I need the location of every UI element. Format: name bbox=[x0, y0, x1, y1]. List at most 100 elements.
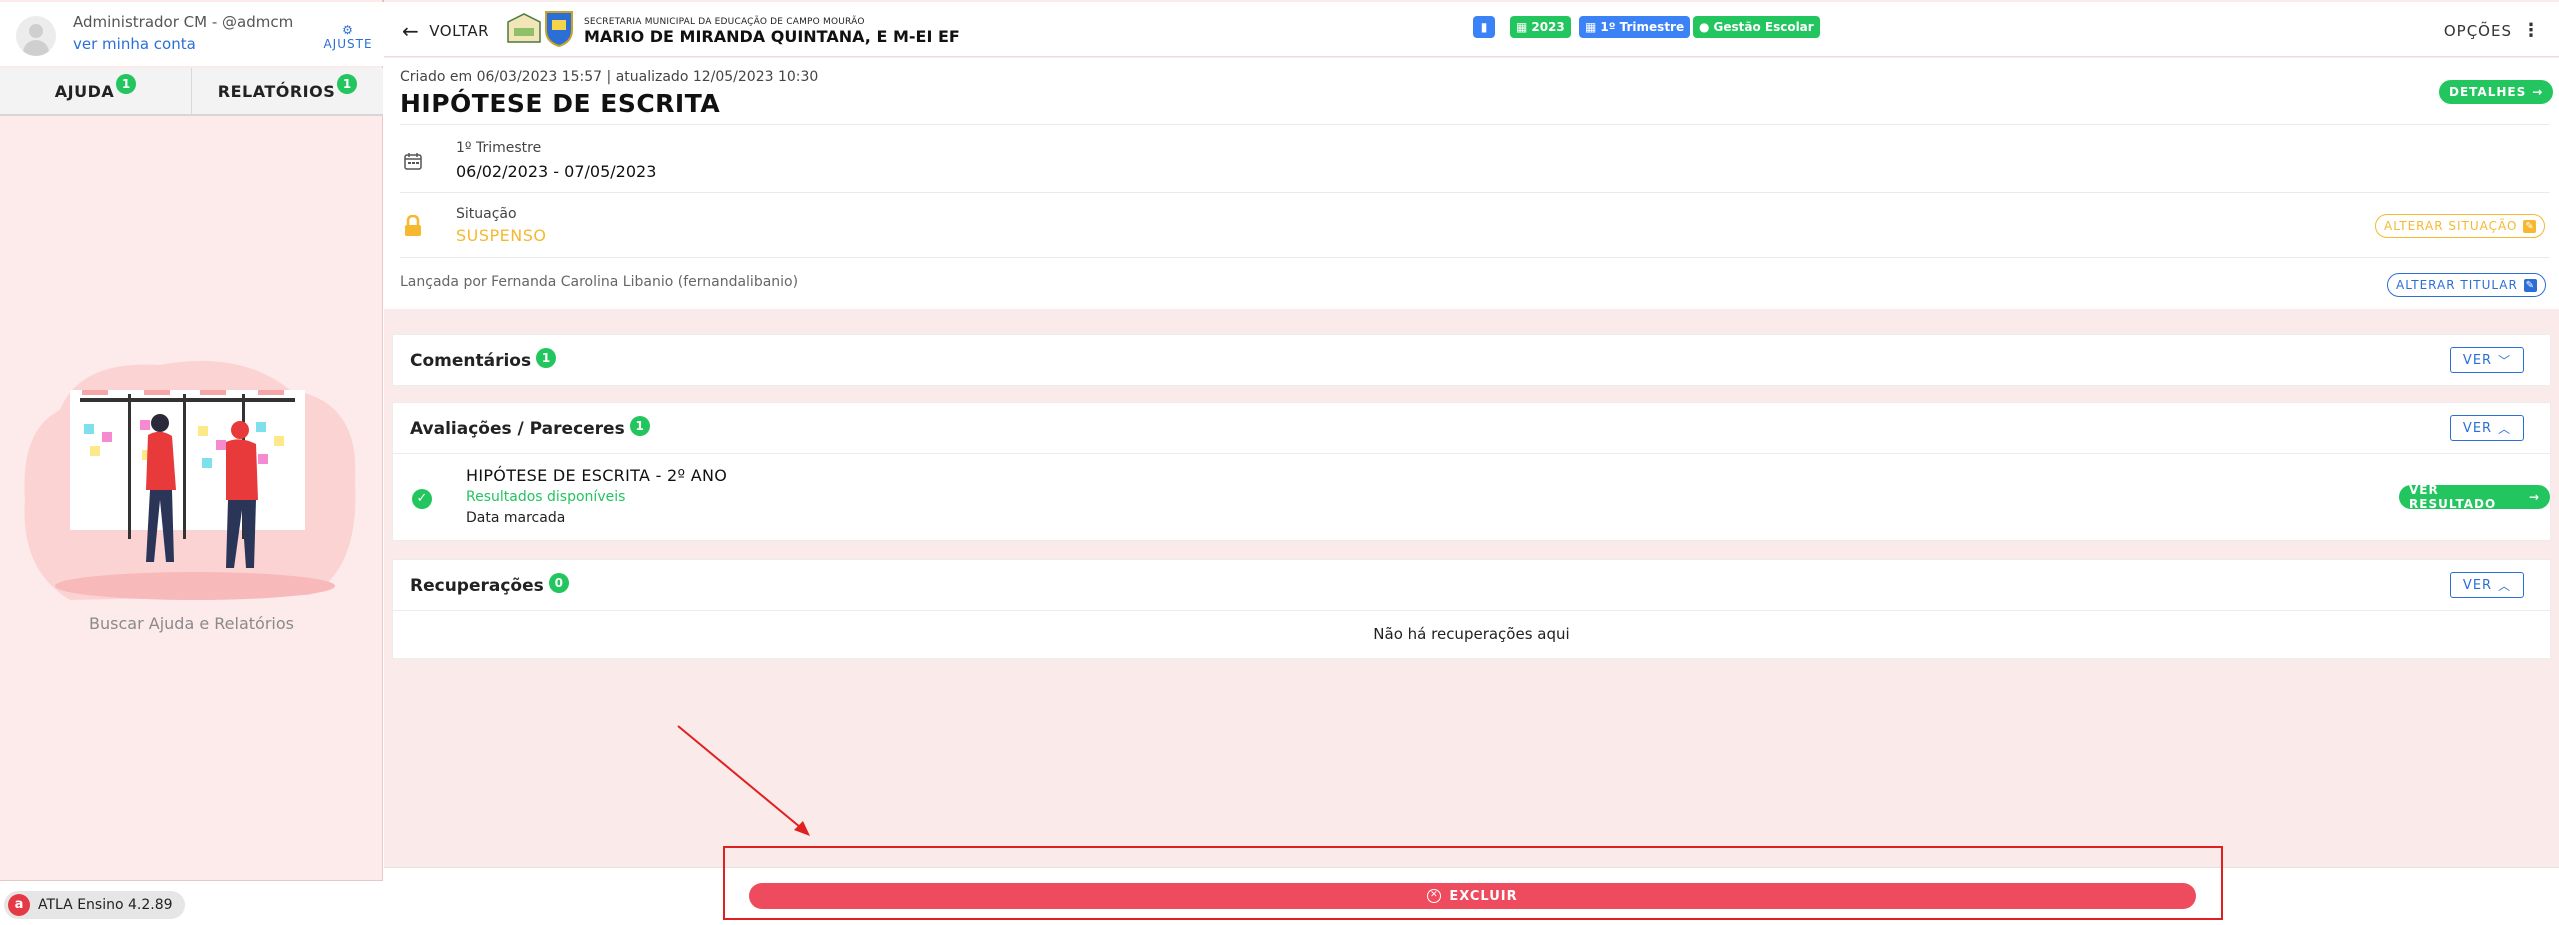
gear-icon: ⚙ bbox=[342, 23, 354, 37]
arrow-right-icon: → bbox=[2528, 490, 2540, 504]
delete-label: EXCLUIR bbox=[1449, 888, 1518, 904]
my-account-link[interactable]: ver minha conta bbox=[73, 35, 196, 53]
evaluation-date: Data marcada bbox=[466, 510, 566, 526]
check-circle-icon: ✓ bbox=[412, 489, 432, 509]
back-label: VOLTAR bbox=[429, 22, 490, 40]
tab-help[interactable]: AJUDA 1 bbox=[0, 68, 191, 114]
evaluation-list-item: ✓ HIPÓTESE DE ESCRITA - 2º ANO Resultado… bbox=[393, 453, 2550, 541]
user-name: Administrador CM - @admcm bbox=[73, 13, 294, 31]
module-chip[interactable]: ● Gestão Escolar bbox=[1693, 16, 1820, 38]
help-illustration bbox=[24, 360, 356, 600]
situation-label: Situação bbox=[456, 206, 517, 222]
comments-title-text: Comentários bbox=[410, 351, 532, 371]
adjust-label: AJUSTE bbox=[323, 37, 373, 51]
empty-message: Não há recuperações aqui bbox=[1373, 625, 1570, 643]
recoveries-empty-state: Não há recuperações aqui bbox=[393, 610, 2550, 658]
comments-header: Comentários 1 VER ﹀ bbox=[393, 335, 2550, 385]
adjust-button[interactable]: ⚙ AJUSTE bbox=[320, 24, 376, 51]
calendar-icon bbox=[404, 153, 422, 170]
recoveries-header: Recuperações 0 VER ︿ bbox=[393, 560, 2550, 610]
recoveries-count-badge: 0 bbox=[548, 573, 569, 593]
comments-count-badge: 1 bbox=[536, 348, 557, 368]
top-bar: ← VOLTAR SECRETARIA MUNICIPAL DA EDUCAÇÃ… bbox=[384, 2, 2559, 57]
evaluations-header: Avaliações / Pareceres 1 VER ︿ bbox=[393, 403, 2550, 453]
sidebar: Administrador CM - @admcm ver minha cont… bbox=[0, 0, 383, 925]
bar-chart-icon: ▮ bbox=[1480, 20, 1488, 34]
close-circle-icon: ✕ bbox=[1427, 889, 1442, 903]
chevron-up-icon: ︿ bbox=[2498, 578, 2512, 593]
options-label: OPÇÕES bbox=[2443, 22, 2512, 40]
avatar-head bbox=[29, 24, 43, 38]
school-crest-logo bbox=[507, 11, 573, 48]
school-department: SECRETARIA MUNICIPAL DA EDUCAÇÃO DE CAMP… bbox=[584, 17, 865, 27]
help-caption: Buscar Ajuda e Relatórios bbox=[89, 614, 294, 633]
sidebar-tabs: AJUDA 1 RELATÓRIOS 1 bbox=[0, 68, 383, 116]
page-title: HIPÓTESE DE ESCRITA bbox=[400, 89, 721, 118]
change-owner-label: ALTERAR TITULAR bbox=[2396, 278, 2518, 292]
school-name: MARIO DE MIRANDA QUINTANA, E M-EI EF bbox=[584, 27, 960, 46]
arrow-left-icon: ← bbox=[402, 19, 420, 43]
change-situation-label: ALTERAR SITUAÇÃO bbox=[2384, 219, 2518, 233]
calendar-icon: ▦ bbox=[1516, 20, 1528, 34]
view-label: VER bbox=[2462, 352, 2493, 368]
term-chip[interactable]: ▦ 1º Trimestre bbox=[1579, 16, 1691, 38]
view-label: VER bbox=[2462, 420, 2493, 436]
recoveries-title: Recuperações 0 bbox=[410, 573, 569, 596]
edit-icon: ✎ bbox=[2523, 278, 2537, 292]
version-label: ATLA Ensino 4.2.89 bbox=[38, 897, 173, 913]
divider bbox=[400, 124, 2550, 125]
comments-title: Comentários 1 bbox=[410, 348, 557, 371]
recoveries-title-text: Recuperações bbox=[410, 576, 544, 596]
tab-reports-count-badge: 1 bbox=[337, 74, 358, 94]
tab-reports-label: RELATÓRIOS bbox=[217, 81, 336, 101]
divider bbox=[400, 257, 2550, 258]
avatar[interactable] bbox=[16, 16, 56, 56]
arrow-right-icon: → bbox=[2532, 85, 2544, 99]
chart-chip[interactable]: ▮ bbox=[1473, 16, 1495, 38]
launched-by: Lançada por Fernanda Carolina Libanio (f… bbox=[400, 274, 799, 290]
view-result-button[interactable]: VER RESULTADO → bbox=[2399, 483, 2550, 511]
divider bbox=[400, 192, 2550, 193]
version-bar: a ATLA Ensino 4.2.89 bbox=[0, 880, 383, 925]
view-result-label: VER RESULTADO bbox=[2409, 483, 2497, 511]
evaluations-count-badge: 1 bbox=[629, 416, 650, 436]
record-info-panel: Criado em 06/03/2023 15:57 | atualizado … bbox=[384, 58, 2559, 309]
details-label: DETALHES bbox=[2449, 85, 2527, 99]
comments-view-button[interactable]: VER ﹀ bbox=[2450, 347, 2524, 373]
main-area: ← VOLTAR SECRETARIA MUNICIPAL DA EDUCAÇÃ… bbox=[384, 0, 2559, 925]
record-meta: Criado em 06/03/2023 15:57 | atualizado … bbox=[400, 69, 819, 85]
tab-help-count-badge: 1 bbox=[116, 74, 137, 94]
chevron-down-icon: ﹀ bbox=[2498, 353, 2512, 368]
view-label: VER bbox=[2462, 577, 2493, 593]
back-button[interactable]: ← VOLTAR bbox=[402, 19, 489, 43]
term-chip-label: 1º Trimestre bbox=[1600, 20, 1685, 34]
avatar-body bbox=[23, 40, 49, 56]
recoveries-section: Recuperações 0 VER ︿ Não há recuperações… bbox=[392, 559, 2551, 659]
evaluations-view-button[interactable]: VER ︿ bbox=[2450, 415, 2524, 441]
tab-help-label: AJUDA bbox=[54, 81, 115, 101]
atla-logo-icon: a bbox=[8, 894, 30, 916]
version-pill[interactable]: a ATLA Ensino 4.2.89 bbox=[4, 891, 185, 919]
delete-button[interactable]: ✕ EXCLUIR bbox=[749, 883, 2196, 909]
more-vertical-icon: ⋮ bbox=[2522, 20, 2541, 41]
chevron-up-icon: ︿ bbox=[2498, 421, 2512, 436]
details-button[interactable]: DETALHES → bbox=[2439, 80, 2554, 104]
recoveries-view-button[interactable]: VER ︿ bbox=[2450, 572, 2524, 598]
year-chip-label: 2023 bbox=[1531, 20, 1565, 34]
evaluation-status: Resultados disponíveis bbox=[466, 489, 626, 505]
calendar-icon: ▦ bbox=[1585, 20, 1597, 34]
tab-reports[interactable]: RELATÓRIOS 1 bbox=[191, 68, 383, 114]
period-value: 06/02/2023 - 07/05/2023 bbox=[456, 162, 657, 181]
comments-section: Comentários 1 VER ﹀ bbox=[392, 334, 2551, 386]
change-owner-button[interactable]: ALTERAR TITULAR ✎ bbox=[2387, 273, 2546, 297]
lock-icon bbox=[405, 215, 421, 236]
options-menu-button[interactable]: OPÇÕES ⋮ bbox=[2443, 20, 2541, 41]
period-label: 1º Trimestre bbox=[456, 140, 542, 156]
change-situation-button[interactable]: ALTERAR SITUAÇÃO ✎ bbox=[2375, 214, 2546, 238]
evaluations-section: Avaliações / Pareceres 1 VER ︿ ✓ HIPÓTES… bbox=[392, 402, 2551, 541]
evaluation-title: HIPÓTESE DE ESCRITA - 2º ANO bbox=[466, 466, 728, 485]
user-panel: Administrador CM - @admcm ver minha cont… bbox=[0, 2, 383, 66]
situation-value: SUSPENSO bbox=[456, 226, 547, 245]
circle-icon: ● bbox=[1699, 20, 1710, 34]
year-chip[interactable]: ▦ 2023 bbox=[1510, 16, 1571, 38]
